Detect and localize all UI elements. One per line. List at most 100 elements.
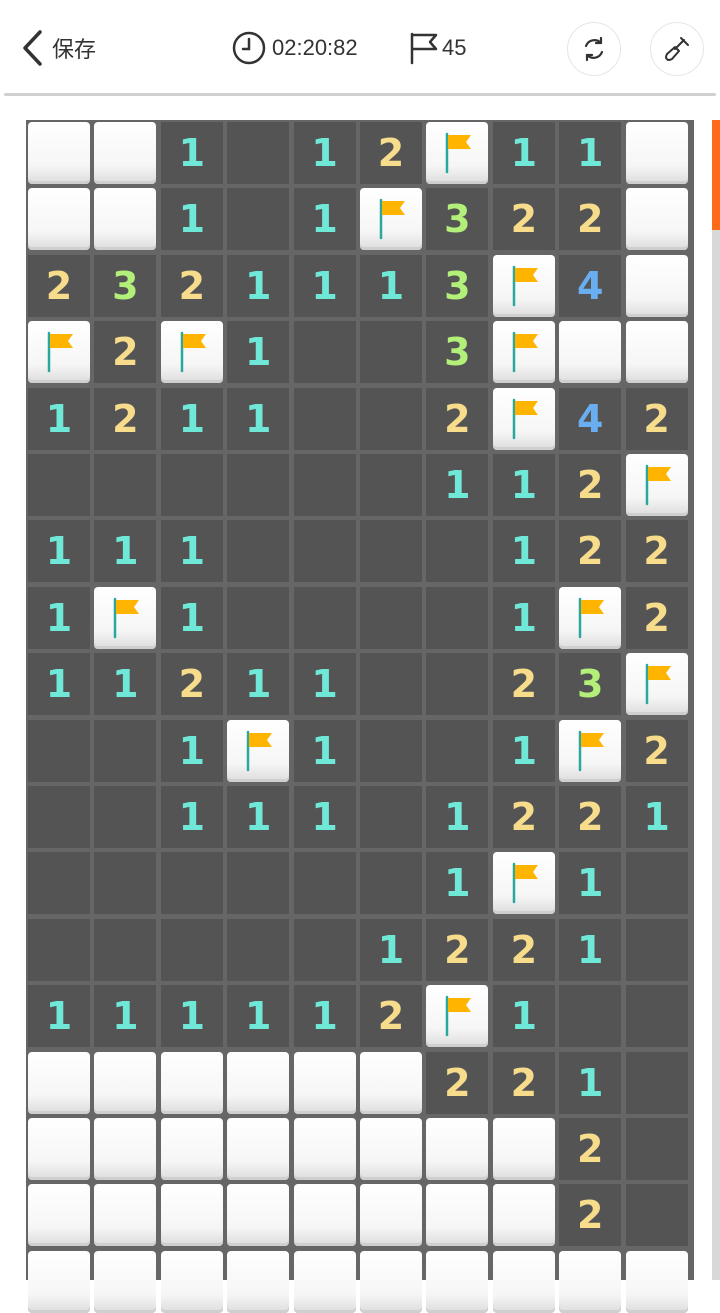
flag-icon xyxy=(578,730,605,771)
flagged-cell[interactable] xyxy=(492,254,555,317)
covered-cell[interactable] xyxy=(28,1051,90,1114)
empty-cell xyxy=(293,454,356,516)
covered-cell[interactable] xyxy=(625,1250,688,1313)
number-cell: 1 xyxy=(492,985,555,1048)
covered-cell[interactable] xyxy=(227,1250,290,1313)
covered-cell[interactable] xyxy=(426,1118,489,1180)
number-cell: 1 xyxy=(227,653,290,716)
number-cell: 1 xyxy=(160,387,223,450)
flagged-cell[interactable] xyxy=(625,454,688,516)
cell-number: 3 xyxy=(444,263,471,308)
number-cell: 1 xyxy=(28,586,90,649)
covered-cell[interactable] xyxy=(360,1250,422,1313)
covered-cell[interactable] xyxy=(94,1250,157,1313)
covered-cell[interactable] xyxy=(160,1250,223,1313)
flagged-cell[interactable] xyxy=(94,586,157,649)
covered-cell[interactable] xyxy=(559,1250,622,1313)
covered-cell[interactable] xyxy=(28,188,90,251)
flagged-cell[interactable] xyxy=(492,852,555,915)
covered-cell[interactable] xyxy=(94,1051,157,1114)
flagged-cell[interactable] xyxy=(492,321,555,384)
flagged-cell[interactable] xyxy=(360,188,422,251)
covered-cell[interactable] xyxy=(426,1250,489,1313)
number-cell: 1 xyxy=(160,188,223,251)
number-cell: 1 xyxy=(293,985,356,1048)
covered-cell[interactable] xyxy=(293,1250,356,1313)
cell-number: 1 xyxy=(576,1060,604,1105)
covered-cell[interactable] xyxy=(293,1118,356,1180)
covered-cell[interactable] xyxy=(227,1184,290,1247)
covered-cell[interactable] xyxy=(28,1250,90,1313)
covered-cell[interactable] xyxy=(28,1184,90,1247)
flagged-cell[interactable] xyxy=(426,985,489,1048)
covered-cell[interactable] xyxy=(559,321,622,384)
covered-cell[interactable] xyxy=(360,1118,422,1180)
cell-number: 1 xyxy=(244,396,272,441)
empty-cell xyxy=(227,586,290,649)
covered-cell[interactable] xyxy=(94,1184,157,1247)
cell-number: 2 xyxy=(576,529,604,574)
covered-cell[interactable] xyxy=(492,1184,555,1247)
number-cell: 1 xyxy=(559,918,622,981)
flag-icon xyxy=(47,331,73,373)
covered-cell[interactable] xyxy=(160,1184,223,1247)
covered-cell[interactable] xyxy=(94,1118,157,1180)
empty-cell xyxy=(360,454,422,516)
covered-cell[interactable] xyxy=(28,1118,90,1180)
empty-cell xyxy=(426,586,489,649)
number-cell: 2 xyxy=(360,985,422,1048)
cell-number: 1 xyxy=(510,463,538,507)
empty-cell xyxy=(94,454,157,516)
covered-cell[interactable] xyxy=(160,1051,223,1114)
flagged-cell[interactable] xyxy=(426,122,489,184)
covered-cell[interactable] xyxy=(426,1184,489,1247)
empty-cell xyxy=(360,586,422,649)
covered-cell[interactable] xyxy=(160,1118,223,1180)
empty-cell xyxy=(426,719,489,782)
covered-cell[interactable] xyxy=(360,1184,422,1247)
flagged-cell[interactable] xyxy=(28,321,90,384)
covered-cell[interactable] xyxy=(492,1118,555,1180)
covered-cell[interactable] xyxy=(293,1184,356,1247)
covered-cell[interactable] xyxy=(625,321,688,384)
flagged-cell[interactable] xyxy=(559,719,622,782)
covered-cell[interactable] xyxy=(625,188,688,251)
covered-cell[interactable] xyxy=(625,254,688,317)
number-cell: 1 xyxy=(227,985,290,1048)
covered-cell[interactable] xyxy=(227,1118,290,1180)
empty-cell xyxy=(28,918,90,981)
covered-cell[interactable] xyxy=(360,1051,422,1114)
covered-cell[interactable] xyxy=(94,122,157,184)
covered-cell[interactable] xyxy=(227,1051,290,1114)
cell-number: 1 xyxy=(244,795,272,839)
cell-number: 2 xyxy=(444,927,471,972)
number-cell: 1 xyxy=(293,719,356,782)
flagged-cell[interactable] xyxy=(160,321,223,384)
empty-cell xyxy=(625,1118,688,1180)
empty-cell xyxy=(360,387,422,450)
covered-cell[interactable] xyxy=(94,188,157,251)
covered-cell[interactable] xyxy=(28,122,90,184)
cell-number: 1 xyxy=(244,330,272,375)
flagged-cell[interactable] xyxy=(492,387,555,450)
number-cell: 2 xyxy=(492,653,555,716)
number-cell: 1 xyxy=(94,520,157,583)
cell-number: 1 xyxy=(178,994,206,1039)
covered-cell[interactable] xyxy=(625,122,688,184)
cell-number: 2 xyxy=(643,529,670,574)
scrollbar[interactable] xyxy=(712,120,720,1280)
flagged-cell[interactable] xyxy=(559,586,622,649)
number-cell: 2 xyxy=(426,1051,489,1114)
flagged-cell[interactable] xyxy=(227,719,290,782)
empty-cell xyxy=(293,387,356,450)
cell-number: 2 xyxy=(643,595,670,640)
cell-number: 2 xyxy=(510,1060,538,1105)
covered-cell[interactable] xyxy=(492,1250,555,1313)
cell-number: 1 xyxy=(377,927,405,972)
cell-number: 2 xyxy=(576,1193,604,1238)
flagged-cell[interactable] xyxy=(625,653,688,716)
number-cell: 2 xyxy=(492,786,555,848)
number-cell: 1 xyxy=(293,786,356,848)
covered-cell[interactable] xyxy=(293,1051,356,1114)
scrollbar-thumb[interactable] xyxy=(712,120,720,230)
